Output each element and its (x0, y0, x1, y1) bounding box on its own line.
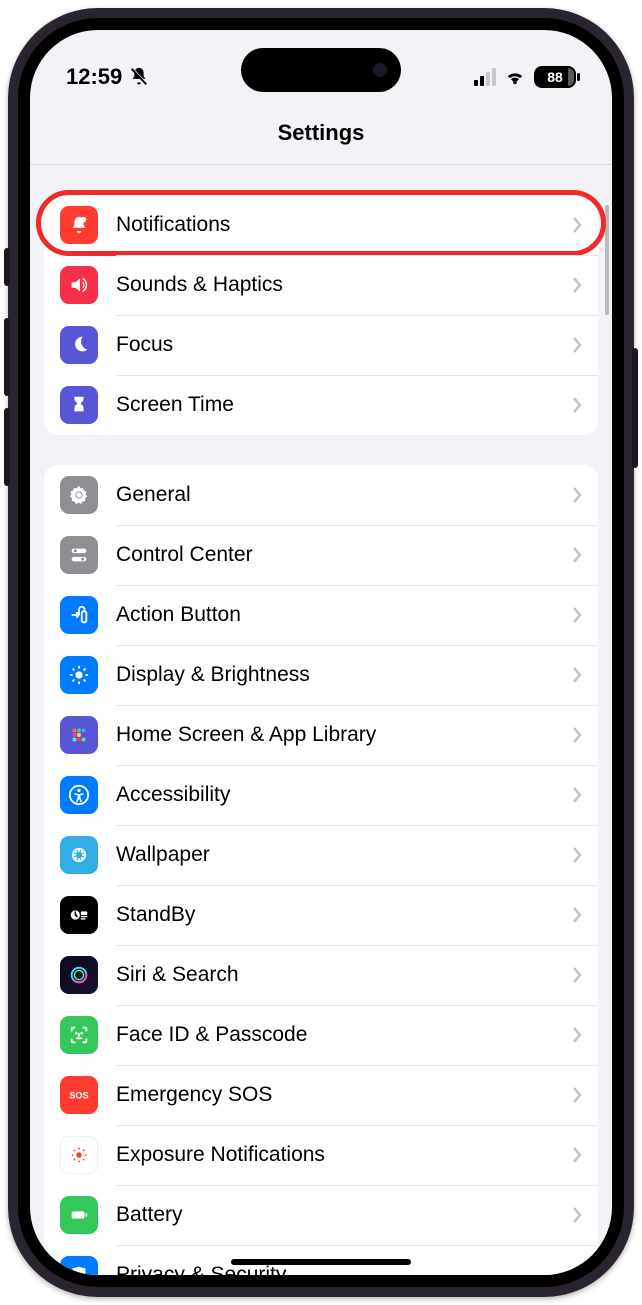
chevron-right-icon (572, 1086, 582, 1104)
chevron-right-icon (572, 1026, 582, 1044)
display-icon (60, 656, 98, 694)
privacy-icon (60, 1256, 98, 1275)
wifi-icon (504, 68, 526, 86)
home-screen-icon (60, 716, 98, 754)
silence-switch (4, 248, 10, 286)
home-indicator[interactable] (231, 1259, 411, 1265)
chevron-right-icon (572, 336, 582, 354)
row-actionbutton[interactable]: Action Button (44, 585, 598, 645)
row-label: Face ID & Passcode (116, 1023, 554, 1047)
phone-frame: 12:59 (8, 8, 634, 1297)
row-label: Battery (116, 1203, 554, 1227)
row-label: Display & Brightness (116, 663, 554, 687)
exposure-icon (60, 1136, 98, 1174)
row-label: General (116, 483, 554, 507)
chevron-right-icon (572, 846, 582, 864)
volume-up-button (4, 318, 10, 396)
focus-icon (60, 326, 98, 364)
row-label: Accessibility (116, 783, 554, 807)
row-sounds[interactable]: Sounds & Haptics (44, 255, 598, 315)
row-homescreen[interactable]: Home Screen & App Library (44, 705, 598, 765)
general-icon (60, 476, 98, 514)
control-center-icon (60, 536, 98, 574)
row-standby[interactable]: StandBy (44, 885, 598, 945)
row-label: Siri & Search (116, 963, 554, 987)
chevron-right-icon (572, 786, 582, 804)
row-display[interactable]: Display & Brightness (44, 645, 598, 705)
accessibility-icon (60, 776, 98, 814)
chevron-right-icon (572, 726, 582, 744)
row-sos[interactable]: SOS Emergency SOS (44, 1065, 598, 1125)
row-faceid[interactable]: Face ID & Passcode (44, 1005, 598, 1065)
settings-group-general: General Control Center (44, 465, 598, 1275)
cellular-signal-icon (474, 68, 496, 86)
action-button-icon (60, 596, 98, 634)
standby-icon (60, 896, 98, 934)
row-label: Wallpaper (116, 843, 554, 867)
chevron-right-icon (572, 966, 582, 984)
chevron-right-icon (572, 216, 582, 234)
row-label: Focus (116, 333, 554, 357)
row-general[interactable]: General (44, 465, 598, 525)
row-siri[interactable]: Siri & Search (44, 945, 598, 1005)
screentime-icon (60, 386, 98, 424)
row-label: Control Center (116, 543, 554, 567)
status-time: 12:59 (66, 64, 122, 90)
wallpaper-icon (60, 836, 98, 874)
siri-icon (60, 956, 98, 994)
chevron-right-icon (572, 1146, 582, 1164)
row-focus[interactable]: Focus (44, 315, 598, 375)
row-accessibility[interactable]: Accessibility (44, 765, 598, 825)
battery-indicator: 88 (534, 66, 576, 88)
power-button (632, 348, 638, 468)
row-label: Home Screen & App Library (116, 723, 554, 747)
row-label: Exposure Notifications (116, 1143, 554, 1167)
chevron-right-icon (572, 666, 582, 684)
chevron-right-icon (572, 276, 582, 294)
row-label: Action Button (116, 603, 554, 627)
volume-down-button (4, 408, 10, 486)
chevron-right-icon (572, 1266, 582, 1275)
row-label: Emergency SOS (116, 1083, 554, 1107)
chevron-right-icon (572, 606, 582, 624)
sounds-icon (60, 266, 98, 304)
page-title: Settings (30, 100, 612, 165)
row-label: StandBy (116, 903, 554, 927)
battery-icon (60, 1196, 98, 1234)
settings-group-notifications: Notifications Sounds & Haptics (44, 195, 598, 435)
chevron-right-icon (572, 906, 582, 924)
settings-list[interactable]: Notifications Sounds & Haptics (30, 165, 612, 1275)
row-controlcenter[interactable]: Control Center (44, 525, 598, 585)
chevron-right-icon (572, 396, 582, 414)
row-label: Screen Time (116, 393, 554, 417)
dynamic-island (241, 48, 401, 92)
battery-percent: 88 (547, 69, 563, 85)
chevron-right-icon (572, 486, 582, 504)
chevron-right-icon (572, 1206, 582, 1224)
row-exposure[interactable]: Exposure Notifications (44, 1125, 598, 1185)
row-label: Sounds & Haptics (116, 273, 554, 297)
row-label: Notifications (116, 213, 554, 237)
silent-mode-icon (128, 66, 150, 88)
scroll-indicator[interactable] (605, 205, 609, 315)
row-wallpaper[interactable]: Wallpaper (44, 825, 598, 885)
svg-text:SOS: SOS (69, 1091, 88, 1101)
row-screentime[interactable]: Screen Time (44, 375, 598, 435)
row-notifications[interactable]: Notifications (44, 195, 598, 255)
row-battery[interactable]: Battery (44, 1185, 598, 1245)
chevron-right-icon (572, 546, 582, 564)
screen: 12:59 (30, 30, 612, 1275)
faceid-icon (60, 1016, 98, 1054)
notifications-icon (60, 206, 98, 244)
sos-icon: SOS (60, 1076, 98, 1114)
